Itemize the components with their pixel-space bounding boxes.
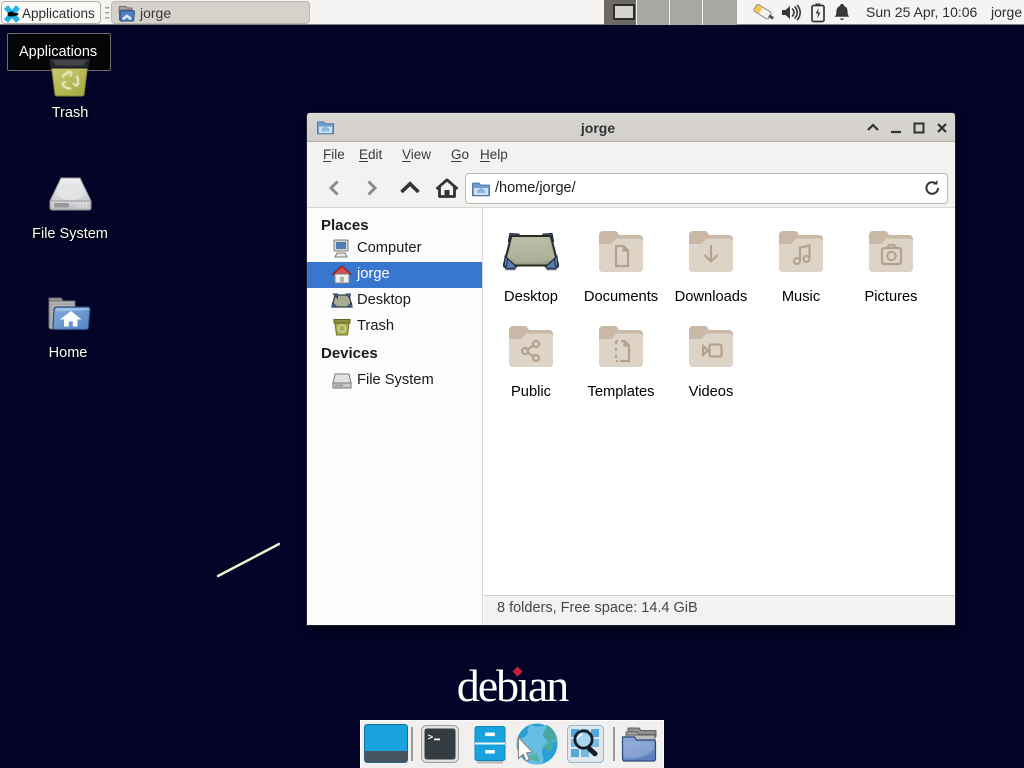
svg-text:>: > bbox=[428, 732, 434, 743]
